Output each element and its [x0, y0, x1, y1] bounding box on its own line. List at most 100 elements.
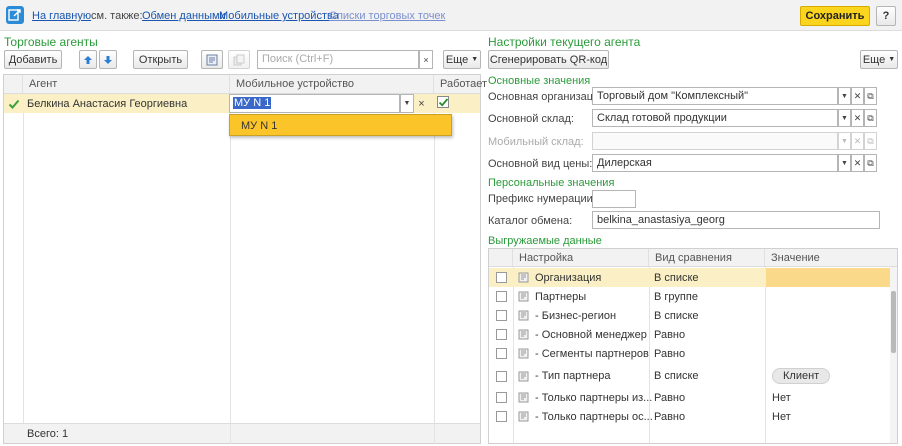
filter-icon: [518, 407, 529, 426]
add-button[interactable]: Добавить: [4, 50, 62, 69]
device-dropdown-button[interactable]: ▼: [400, 94, 414, 113]
scrollbar-thumb[interactable]: [891, 291, 896, 353]
org-dropdown-button[interactable]: ▼: [838, 87, 851, 105]
device-dropdown-list: МУ N 1: [229, 114, 452, 136]
warehouse-field[interactable]: Склад готовой продукции: [592, 109, 838, 127]
dropdown-item-mu-n1[interactable]: МУ N 1: [241, 120, 277, 132]
outlets-lists-link[interactable]: Списки торговых точек: [329, 10, 445, 22]
open-window-icon: ⧉: [867, 135, 874, 146]
more-label: Еще: [862, 53, 886, 66]
home-link[interactable]: На главную: [32, 10, 91, 22]
mobile-warehouse-label: Мобильный склад:: [488, 136, 584, 148]
search-input[interactable]: Поиск (Ctrl+F): [257, 50, 419, 69]
prefix-label: Префикс нумерации:: [488, 193, 596, 205]
close-icon: ✕: [853, 135, 862, 146]
settings-more-button[interactable]: Еще ▼: [860, 50, 898, 69]
mobile-warehouse-open-button[interactable]: ⧉: [864, 132, 877, 150]
agents-more-button[interactable]: Еще ▼: [443, 50, 481, 69]
comparison-cell: Равно: [654, 347, 686, 360]
row-checkbox[interactable]: [496, 291, 507, 302]
row-checkbox[interactable]: [496, 370, 507, 382]
price-type-label: Основной вид цены:: [488, 158, 593, 170]
works-checkbox[interactable]: [437, 96, 449, 108]
warehouse-label: Основной склад:: [488, 113, 574, 125]
setting-name-cell: - Основной менеджер: [535, 328, 647, 341]
org-clear-button[interactable]: ✕: [851, 87, 864, 105]
column-value[interactable]: Значение: [765, 249, 897, 266]
copy-button[interactable]: [228, 50, 250, 69]
warehouse-clear-button[interactable]: ✕: [851, 109, 864, 127]
setting-name-cell: - Тип партнера: [535, 370, 611, 382]
device-clear-button[interactable]: ×: [414, 94, 429, 113]
comparison-cell: Равно: [654, 391, 686, 404]
table-row[interactable]: - Тип партнера В списке Клиент: [489, 364, 890, 388]
basic-values-group: Основные значения: [488, 75, 591, 87]
column-comparison[interactable]: Вид сравнения: [649, 249, 765, 266]
row-checkbox[interactable]: [496, 348, 507, 359]
generate-qr-button[interactable]: Сгенерировать QR-код: [488, 50, 609, 69]
value-tag[interactable]: Клиент: [772, 368, 831, 384]
settings-section-title: Настройки текущего агента: [488, 35, 641, 49]
settings-list-button[interactable]: [201, 50, 223, 69]
column-mobile-device[interactable]: Мобильное устройство: [230, 75, 434, 93]
open-window-icon: ⧉: [867, 112, 874, 123]
price-type-open-button[interactable]: ⧉: [864, 154, 877, 172]
org-field[interactable]: Торговый дом "Комплексный": [592, 87, 838, 105]
agent-name-cell: Белкина Анастасия Георгиевна: [27, 97, 188, 110]
row-checkbox[interactable]: [496, 310, 507, 321]
catalog-label: Каталог обмена:: [488, 215, 573, 227]
open-button[interactable]: Открыть: [133, 50, 188, 69]
copy-icon: [233, 54, 245, 65]
help-button[interactable]: ?: [876, 6, 896, 26]
value-cell-highlight[interactable]: [766, 268, 890, 287]
catalog-input[interactable]: belkina_anastasiya_georg: [592, 211, 880, 229]
export-table-header: Настройка Вид сравнения Значение: [489, 249, 897, 267]
row-checkbox[interactable]: [496, 392, 507, 403]
table-row[interactable]: Партнеры В группе: [489, 287, 890, 306]
table-row[interactable]: - Бизнес-регион В списке: [489, 306, 890, 325]
close-icon: ✕: [853, 90, 862, 101]
row-checkbox[interactable]: [496, 411, 507, 422]
table-row[interactable]: - Основной менеджер Равно: [489, 325, 890, 344]
table-row[interactable]: Организация В списке: [489, 268, 890, 287]
close-icon: ✕: [853, 157, 862, 168]
checkbox-cell: [496, 364, 507, 388]
comparison-cell: В списке: [654, 309, 699, 322]
price-type-clear-button[interactable]: ✕: [851, 154, 864, 172]
warehouse-dropdown-button[interactable]: ▼: [838, 109, 851, 127]
filter-icon: [518, 268, 529, 287]
mobile-warehouse-clear-button[interactable]: ✕: [851, 132, 864, 150]
table-row[interactable]: - Сегменты партнеров Равно: [489, 344, 890, 363]
mobile-device-input[interactable]: МУ N 1: [229, 94, 400, 113]
exchange-link[interactable]: Обмен данными: [142, 10, 226, 22]
save-button[interactable]: Сохранить: [800, 6, 870, 26]
column-setting[interactable]: Настройка: [513, 249, 649, 266]
filter-icon: [518, 287, 529, 306]
move-up-button[interactable]: [79, 50, 97, 69]
mobile-devices-link[interactable]: Мобильные устройства: [219, 10, 339, 22]
row-checkbox[interactable]: [496, 329, 507, 340]
mobile-warehouse-field[interactable]: [592, 132, 838, 150]
prefix-input[interactable]: [592, 190, 636, 208]
column-agent[interactable]: Агент: [23, 75, 230, 93]
mobile-warehouse-dropdown-button[interactable]: ▼: [838, 132, 851, 150]
comparison-cell: Равно: [654, 328, 686, 341]
table-row[interactable]: - Только партнеры ос... Равно Нет: [489, 407, 890, 426]
price-type-field[interactable]: Дилерская: [592, 154, 838, 172]
search-clear-button[interactable]: ×: [419, 50, 433, 69]
org-open-button[interactable]: ⧉: [864, 87, 877, 105]
price-type-dropdown-button[interactable]: ▼: [838, 154, 851, 172]
setting-name-cell: Организация: [535, 271, 602, 284]
value-cell: Нет: [772, 410, 791, 423]
column-works[interactable]: Работает: [434, 75, 487, 93]
setting-name-cell: - Сегменты партнеров: [535, 347, 649, 360]
app-logo-icon[interactable]: [6, 6, 24, 24]
warehouse-open-button[interactable]: ⧉: [864, 109, 877, 127]
move-down-button[interactable]: [99, 50, 117, 69]
export-scrollbar[interactable]: [890, 267, 897, 443]
checkbox-cell: [496, 325, 507, 344]
checkbox-cell: [496, 268, 507, 287]
row-checkbox[interactable]: [496, 272, 507, 283]
table-row[interactable]: - Только партнеры из... Равно Нет: [489, 388, 890, 407]
chevron-down-icon: ▼: [841, 159, 848, 167]
